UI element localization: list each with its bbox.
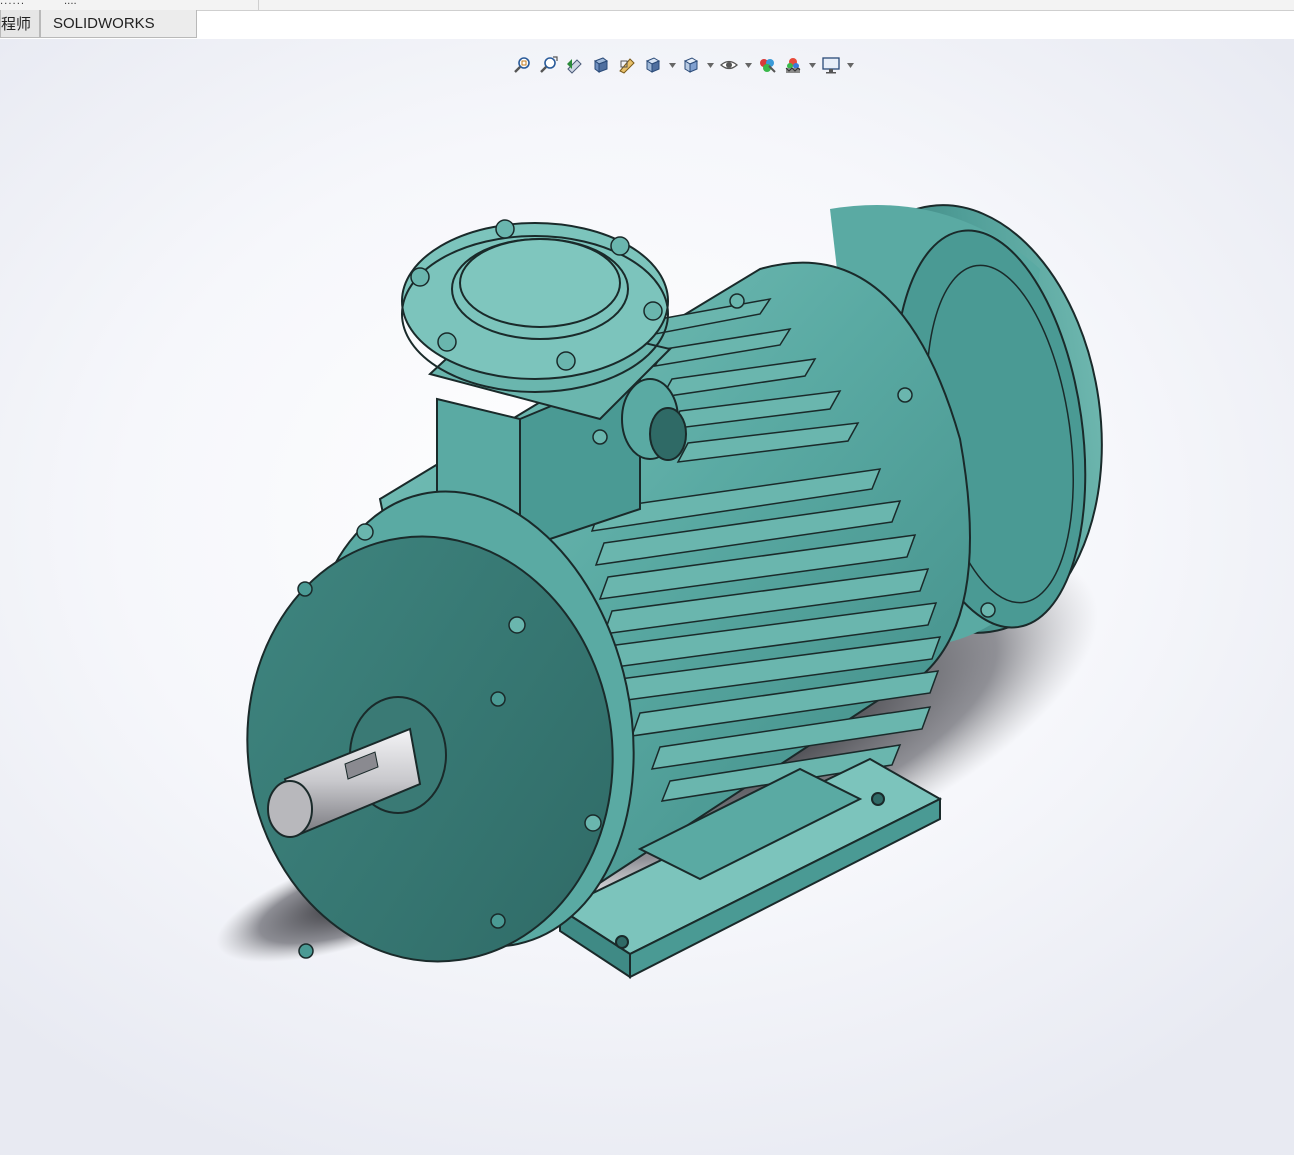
heads-up-view-toolbar [512, 53, 854, 77]
section-view-icon[interactable] [590, 54, 612, 76]
previous-view-icon[interactable] [564, 54, 586, 76]
display-style-icon[interactable] [680, 54, 702, 76]
title-fragment-right: .... [64, 0, 77, 7]
apply-scene-icon[interactable] [782, 54, 804, 76]
tab-solidworks-cam[interactable]: SOLIDWORKS CAM [40, 10, 197, 60]
hide-show-items-dropdown-icon[interactable] [744, 54, 752, 76]
zoom-to-fit-icon[interactable] [512, 54, 534, 76]
command-manager-tabs: 程师 SOLIDWORKS CAM [0, 10, 197, 60]
dynamic-annotation-view-icon[interactable] [616, 54, 638, 76]
graphics-area[interactable] [0, 39, 1294, 1155]
edit-appearance-icon[interactable] [756, 54, 778, 76]
view-orientation-icon[interactable] [642, 54, 664, 76]
tab-engineer[interactable]: 程师 [0, 10, 40, 38]
display-style-dropdown-icon[interactable] [706, 54, 714, 76]
motor-model-view[interactable] [0, 39, 1294, 1155]
hide-show-items-icon[interactable] [718, 54, 740, 76]
view-orientation-dropdown-icon[interactable] [668, 54, 676, 76]
apply-scene-dropdown-icon[interactable] [808, 54, 816, 76]
view-settings-icon[interactable] [820, 54, 842, 76]
title-divider [258, 0, 259, 10]
title-fragment-left: ...... [0, 0, 26, 7]
view-settings-dropdown-icon[interactable] [846, 54, 854, 76]
zoom-to-area-icon[interactable] [538, 54, 560, 76]
